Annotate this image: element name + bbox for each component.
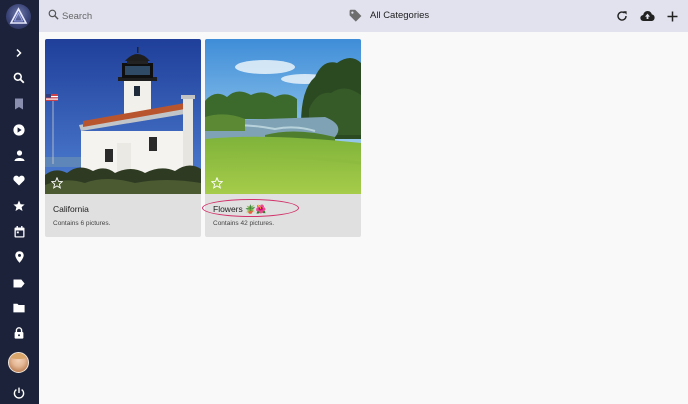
album-count: Contains 42 pictures. <box>213 220 275 227</box>
sidebar-item-moments[interactable] <box>7 196 31 216</box>
avatar[interactable] <box>8 352 29 373</box>
logout-button[interactable] <box>7 383 31 403</box>
search-input[interactable] <box>62 8 282 24</box>
calendar-icon <box>14 226 24 238</box>
sidebar-item-folders[interactable] <box>7 298 31 318</box>
power-icon <box>13 387 25 399</box>
album-title[interactable]: California <box>53 204 89 214</box>
cloud-upload-icon <box>639 11 655 21</box>
sidebar-item-places[interactable] <box>7 247 31 267</box>
sidebar-item-private[interactable] <box>7 323 31 343</box>
lock-icon <box>14 327 24 339</box>
sidebar-item-browse[interactable] <box>7 94 31 114</box>
person-icon <box>14 149 24 161</box>
tag-icon[interactable] <box>349 9 362 22</box>
sidebar-item-videos[interactable] <box>7 120 31 140</box>
star-icon <box>13 200 25 211</box>
album-count: Contains 6 pictures. <box>53 220 111 227</box>
sidebar-expand-button[interactable] <box>7 43 31 63</box>
sidebar-item-labels[interactable] <box>7 273 31 293</box>
favorite-star-icon[interactable] <box>51 177 63 189</box>
sidebar <box>0 0 39 404</box>
sidebar-item-search[interactable] <box>7 68 31 88</box>
search-icon <box>13 72 25 84</box>
chevron-right-icon <box>16 48 22 58</box>
app-logo[interactable] <box>6 4 31 29</box>
refresh-icon <box>617 11 627 21</box>
highlight-annotation <box>202 199 299 217</box>
sidebar-item-favorites[interactable] <box>7 170 31 190</box>
add-album-button[interactable] <box>664 8 680 24</box>
search-icon <box>48 9 59 20</box>
album-card-california[interactable]: California Contains 6 pictures. <box>45 39 201 237</box>
reload-button[interactable] <box>614 8 630 24</box>
label-icon <box>13 279 25 287</box>
category-filter[interactable]: All Categories <box>370 10 429 21</box>
album-cover-lighthouse[interactable] <box>45 39 201 194</box>
bookmark-icon <box>15 98 23 110</box>
favorite-star-icon[interactable] <box>211 177 223 189</box>
folder-icon <box>13 303 25 313</box>
location-pin-icon <box>14 251 24 263</box>
play-circle-icon <box>13 124 25 136</box>
sidebar-item-people[interactable] <box>7 145 31 165</box>
album-cover-landscape[interactable] <box>205 39 361 194</box>
toolbar: All Categories <box>39 0 688 32</box>
upload-button[interactable] <box>639 8 655 24</box>
plus-icon <box>667 11 677 21</box>
sidebar-item-calendar[interactable] <box>7 222 31 242</box>
heart-icon <box>13 175 25 185</box>
